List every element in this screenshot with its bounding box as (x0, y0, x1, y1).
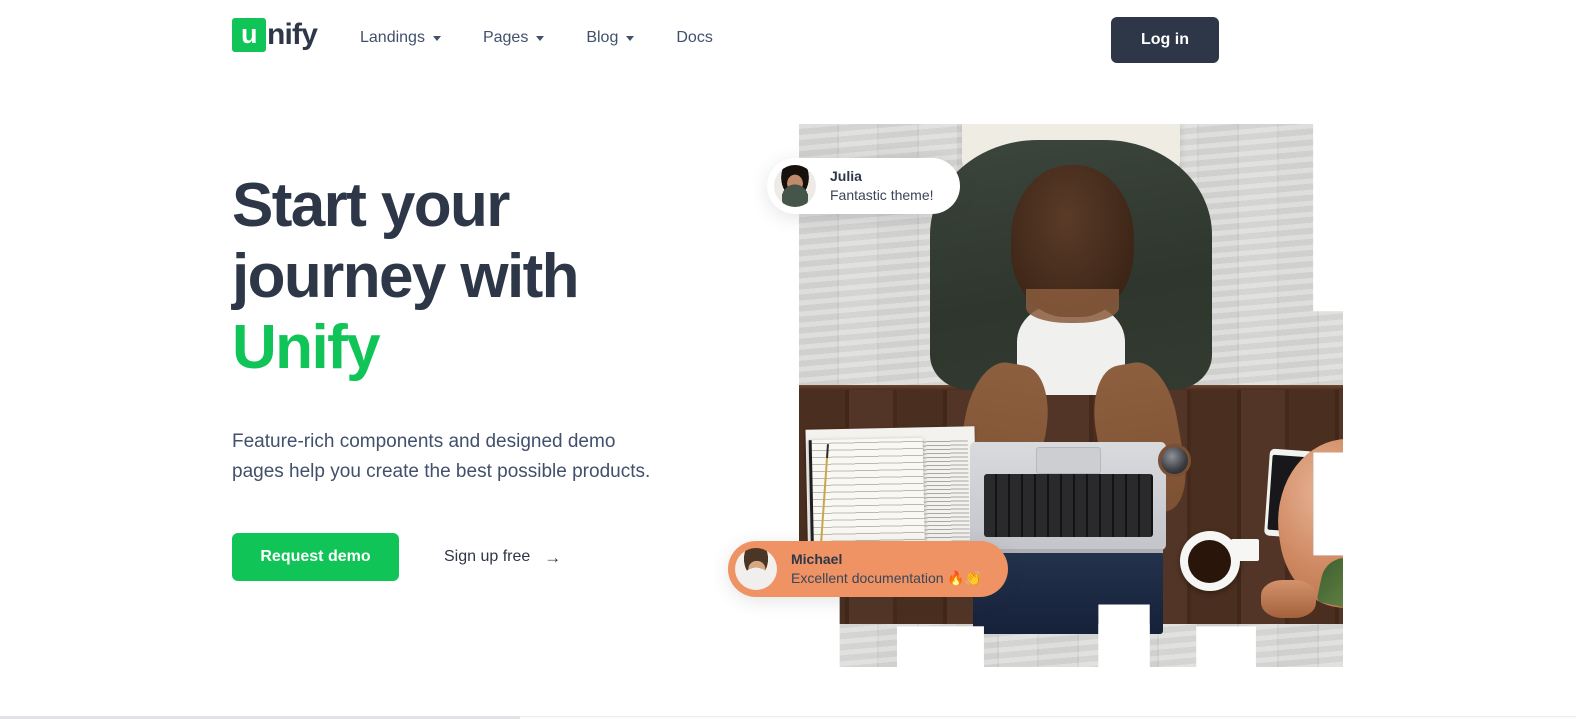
hero-subtitle: Feature-rich components and designed dem… (232, 431, 651, 482)
site-header: u nify Landings Pages Blog Docs Log in (0, 0, 1576, 80)
testimonial-badge-michael[interactable]: Michael Excellent documentation 🔥👏 (728, 541, 1009, 597)
chevron-down-icon (536, 35, 545, 41)
login-button[interactable]: Log in (1111, 17, 1219, 63)
testimonial-text: Julia Fantastic theme! (830, 168, 934, 205)
nav-item-label: Blog (586, 29, 619, 46)
main-navigation: Landings Pages Blog Docs (360, 27, 713, 49)
nav-item-landings[interactable]: Landings (360, 27, 459, 49)
chevron-down-icon (626, 35, 635, 41)
hero-content: Start your journey with Unify Feature-ri… (232, 170, 712, 581)
testimonial-badge-julia[interactable]: Julia Fantastic theme! (767, 158, 960, 214)
photo-laptop-trackpad (1035, 447, 1101, 475)
avatar (774, 165, 816, 207)
hero-title-line-1: Start your (232, 171, 510, 240)
testimonial-name: Julia (830, 167, 862, 184)
sign-up-free-link[interactable]: Sign up free → (444, 548, 561, 566)
testimonial-text: Michael Excellent documentation 🔥👏 (791, 551, 982, 588)
avatar (735, 548, 777, 590)
nav-item-pages[interactable]: Pages (483, 27, 562, 49)
photo-copper-lamp-base (1261, 580, 1316, 619)
photo-laptop-keyboard (983, 474, 1153, 537)
arrow-right-icon: → (544, 547, 562, 567)
hero-title-line-2: journey with (232, 242, 580, 311)
sign-up-free-label: Sign up free (444, 548, 531, 565)
request-demo-button[interactable]: Request demo (232, 533, 399, 581)
brand-logo-mark: u (232, 18, 266, 52)
testimonial-name: Michael (791, 550, 843, 567)
brand-logo[interactable]: u nify (232, 18, 318, 52)
nav-item-label: Landings (360, 29, 425, 46)
hero-cta-row: Request demo Sign up free → (232, 533, 712, 581)
nav-item-label: Pages (482, 29, 529, 46)
testimonial-quote: Fantastic theme! (830, 187, 934, 203)
testimonial-quote: Excellent documentation 🔥👏 (791, 570, 983, 586)
landing-page: u nify Landings Pages Blog Docs Log in S… (0, 0, 1576, 719)
hero-title-accent: Unify (232, 313, 381, 382)
page-title: Start your journey with Unify (232, 170, 652, 383)
photo-person-head (1011, 164, 1134, 323)
photo-wristwatch (1158, 444, 1191, 477)
chevron-down-icon (432, 35, 441, 41)
photo-coffee-cup-handle (1231, 539, 1259, 562)
nav-item-label: Docs (676, 29, 713, 46)
brand-logo-word: nify (267, 18, 318, 51)
nav-item-blog[interactable]: Blog (586, 27, 652, 49)
nav-item-docs[interactable]: Docs (676, 27, 712, 49)
